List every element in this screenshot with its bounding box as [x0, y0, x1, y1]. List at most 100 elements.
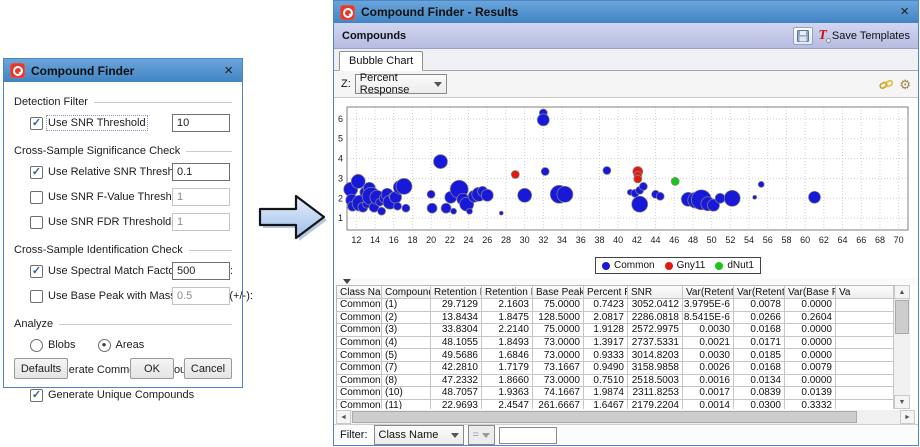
relative-snr-input[interactable] — [172, 163, 230, 181]
base-peak-input[interactable] — [172, 287, 230, 305]
bubble[interactable] — [377, 206, 386, 216]
snr-fdr-input[interactable] — [172, 213, 230, 231]
bubble[interactable] — [602, 166, 612, 175]
filter-operator-select[interactable]: = — [467, 425, 495, 445]
filter-label: Filter: — [340, 429, 368, 441]
filter-value-input[interactable] — [498, 426, 557, 444]
table-row[interactable]: Common (2) 13.8434 1.8475 128.5000 2.0817 2286… — [337, 311, 894, 325]
bubble[interactable] — [633, 174, 643, 184]
x-tick-label: 14 — [370, 235, 380, 245]
column-header[interactable]: Var(Retent... — [683, 286, 734, 299]
bubble[interactable] — [433, 154, 448, 169]
results-titlebar[interactable]: Compound Finder - Results × — [334, 1, 918, 23]
ok-button[interactable]: OK — [130, 358, 174, 379]
column-header[interactable]: Var(Base P... — [785, 286, 836, 299]
snr-threshold-input[interactable] — [172, 114, 230, 132]
bubble[interactable] — [639, 182, 648, 191]
table-row[interactable]: Common (1) 29.7129 2.1603 75.0000 0.7423 3052.… — [337, 299, 894, 312]
x-tick-label: 60 — [800, 235, 810, 245]
column-header[interactable]: Va — [836, 286, 894, 299]
snr-threshold-checkbox[interactable]: ✓ — [30, 116, 43, 130]
bubble[interactable] — [393, 201, 402, 211]
snr-fvalue-input[interactable] — [172, 188, 230, 206]
blobs-radio[interactable] — [30, 338, 43, 352]
bubble[interactable] — [631, 195, 649, 213]
table-row[interactable]: Common (7) 42.2810 1.7179 73.1667 0.9490 3158.… — [337, 361, 894, 375]
column-header[interactable]: Compound... — [382, 286, 431, 299]
table-row[interactable]: Common (8) 47.2332 1.8660 73.0000 0.7510 2518.… — [337, 374, 894, 388]
legend-item: Gny11 — [664, 260, 705, 271]
dialog-titlebar[interactable]: Compound Finder × — [4, 59, 242, 82]
scroll-left-icon[interactable]: ◄ — [336, 410, 351, 424]
bubble[interactable] — [440, 202, 452, 214]
x-tick-label: 48 — [688, 235, 698, 245]
bubble[interactable] — [757, 181, 765, 188]
bubble[interactable] — [395, 178, 413, 195]
column-header[interactable]: SNR — [628, 286, 683, 299]
legend-dot-icon — [664, 261, 673, 270]
horizontal-scrollbar[interactable]: ◄ ► — [336, 410, 915, 424]
save-templates-label[interactable]: Save Templates — [832, 30, 910, 42]
bubble[interactable] — [536, 113, 550, 127]
close-icon[interactable]: × — [221, 63, 236, 78]
bubble[interactable] — [426, 202, 438, 214]
bubble[interactable] — [350, 174, 366, 189]
bubble[interactable] — [723, 189, 741, 207]
table-row[interactable]: Common (3) 33.8304 2.2140 75.0000 1.9128 2572.… — [337, 324, 894, 337]
column-header[interactable]: Var(Retent... — [734, 286, 785, 299]
bubble[interactable] — [655, 191, 665, 201]
bubble[interactable] — [426, 189, 436, 199]
relative-snr-checkbox[interactable]: ✓ — [30, 165, 43, 179]
splitter-collapse-icon[interactable] — [343, 279, 351, 284]
column-header[interactable]: Retention II — [482, 286, 533, 299]
bubble[interactable] — [670, 177, 680, 186]
scroll-right-icon[interactable]: ► — [900, 410, 915, 424]
bubble[interactable] — [510, 170, 520, 179]
bubble[interactable] — [498, 210, 504, 216]
bubble[interactable] — [401, 203, 411, 213]
tab-bubble-chart[interactable]: Bubble Chart — [339, 51, 424, 71]
bubble[interactable] — [450, 207, 457, 215]
column-header[interactable]: Class Name — [337, 286, 382, 299]
y-tick-label: 6 — [338, 114, 343, 124]
column-header[interactable]: Base Peak — [533, 286, 584, 299]
snr-fdr-checkbox[interactable] — [30, 215, 43, 229]
hscroll-thumb[interactable] — [352, 411, 857, 423]
bubble[interactable] — [556, 185, 574, 203]
column-header[interactable]: Percent Re... — [584, 286, 628, 299]
bubble[interactable] — [714, 192, 726, 204]
table-row[interactable]: Common (10) 48.7057 1.9363 74.1667 1.9874 2311… — [337, 387, 894, 400]
table-row[interactable]: Common (4) 48.1055 1.8493 73.0000 1.3917 2737.… — [337, 336, 894, 350]
filter-field-select[interactable]: Class Name — [373, 425, 464, 445]
bubble[interactable] — [752, 194, 758, 200]
bubble[interactable] — [480, 188, 494, 202]
generate-unique-checkbox[interactable]: ✓ — [30, 388, 43, 402]
gear-icon[interactable]: ⚙ — [899, 78, 911, 91]
vscroll-thumb[interactable] — [895, 300, 909, 334]
splitter-bar[interactable] — [335, 278, 918, 285]
column-header[interactable]: Retention I — [431, 286, 482, 299]
defaults-button[interactable]: Defaults — [14, 358, 68, 379]
snr-fvalue-checkbox[interactable] — [30, 190, 43, 204]
scroll-up-icon[interactable]: ▲ — [894, 285, 910, 299]
spectral-match-checkbox[interactable]: ✓ — [30, 264, 43, 278]
z-axis-select[interactable]: Percent Response — [354, 72, 447, 96]
bubble[interactable] — [517, 187, 533, 203]
spectral-match-input[interactable] — [172, 262, 230, 280]
save-button[interactable] — [793, 26, 814, 45]
z-axis-value: Percent Response — [359, 72, 410, 96]
bubble[interactable] — [466, 207, 473, 215]
bubble[interactable] — [808, 190, 821, 204]
cancel-button[interactable]: Cancel — [184, 358, 232, 379]
areas-radio[interactable]: ● — [97, 338, 111, 352]
table-row[interactable]: Common (11) 22.9693 2.4547 261.6667 1.6467 217… — [337, 399, 894, 409]
table-row[interactable]: Common (5) 49.5686 1.6846 73.0000 0.9333 3014.… — [337, 349, 894, 362]
template-icon[interactable]: T — [818, 28, 831, 43]
table-cell: 13.8434 — [431, 311, 482, 325]
link-icon[interactable] — [879, 78, 894, 91]
scroll-down-icon[interactable]: ▼ — [894, 395, 910, 409]
bubble[interactable] — [540, 167, 550, 176]
close-icon[interactable]: × — [897, 4, 912, 19]
base-peak-checkbox[interactable] — [30, 289, 43, 303]
vertical-scrollbar[interactable]: ▲ ▼ — [894, 285, 910, 409]
